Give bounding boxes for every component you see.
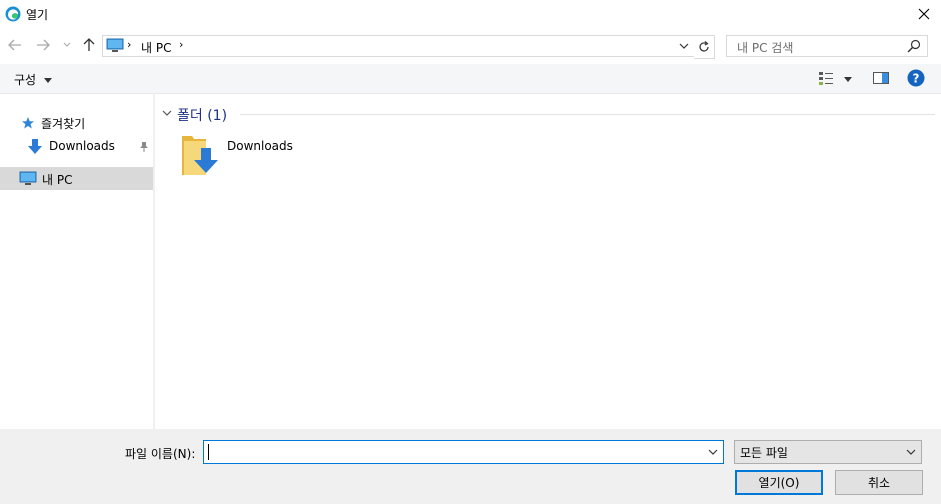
folder-name: Downloads: [227, 139, 293, 153]
breadcrumb-separator-icon[interactable]: ›: [127, 38, 131, 51]
bottom-panel: 파일 이름(N): 모든 파일 열기(O) 취소: [0, 429, 941, 504]
nav-item-label: 즐겨찾기: [41, 117, 86, 131]
downloads-folder-icon: [182, 136, 218, 175]
title-bar: 열기: [0, 0, 941, 28]
nav-item-favorites[interactable]: 즐겨찾기: [0, 111, 153, 133]
nav-item-label: 내 PC: [42, 173, 73, 187]
arrow-left-icon: [8, 39, 21, 51]
up-button[interactable]: [80, 36, 98, 54]
nav-item-this-pc[interactable]: 내 PC: [0, 167, 153, 190]
search-input[interactable]: 내 PC 검색: [726, 35, 928, 57]
computer-icon: [106, 38, 124, 52]
filetype-select[interactable]: 모든 파일: [734, 440, 922, 464]
back-button[interactable]: [6, 36, 24, 54]
preview-pane-icon: [873, 72, 889, 84]
cancel-button[interactable]: 취소: [835, 470, 923, 495]
caret-down-icon: [844, 77, 852, 82]
arrow-up-icon: [83, 38, 95, 51]
folder-item-downloads[interactable]: Downloads: [180, 133, 300, 181]
pin-icon[interactable]: [139, 141, 149, 152]
edge-app-icon: [5, 6, 21, 22]
svg-text:?: ?: [913, 72, 920, 86]
chevron-down-icon: [162, 110, 172, 116]
details-view-icon: [819, 72, 833, 85]
chevron-down-icon: [906, 449, 916, 455]
open-button[interactable]: 열기(O): [735, 470, 823, 495]
organize-label: 구성: [14, 73, 37, 87]
close-icon: [918, 8, 930, 20]
help-icon: ?: [907, 69, 925, 87]
text-caret: [208, 444, 209, 460]
help-button[interactable]: ?: [907, 69, 925, 87]
breadcrumb-segment[interactable]: 내 PC: [141, 39, 171, 56]
address-bar[interactable]: › 내 PC ›: [102, 35, 696, 57]
refresh-icon: [699, 41, 709, 52]
change-view-button[interactable]: [816, 70, 856, 88]
recent-locations-button[interactable]: [60, 36, 74, 54]
organize-menu-button[interactable]: 구성: [14, 71, 52, 88]
search-icon[interactable]: [907, 39, 921, 53]
caret-down-icon: [43, 78, 52, 83]
nav-item-downloads[interactable]: Downloads: [0, 135, 153, 157]
filename-input[interactable]: [203, 440, 724, 464]
download-arrow-icon: [28, 139, 42, 154]
address-history-dropdown[interactable]: [676, 36, 692, 56]
forward-button[interactable]: [34, 36, 52, 54]
search-placeholder: 내 PC 검색: [737, 41, 794, 55]
command-bar: 구성 ?: [0, 64, 941, 94]
computer-icon: [19, 171, 37, 185]
star-icon: [22, 117, 34, 129]
refresh-button[interactable]: [694, 35, 715, 59]
filename-label: 파일 이름(N):: [125, 447, 196, 461]
pane-divider[interactable]: [153, 94, 155, 429]
group-divider: [240, 114, 935, 115]
window-title: 열기: [26, 8, 49, 22]
arrow-right-icon: [37, 39, 50, 51]
chevron-down-icon[interactable]: [707, 445, 719, 459]
content-scroll-track: [936, 94, 941, 429]
group-title: 폴더 (1): [177, 108, 228, 124]
chevron-down-icon: [63, 42, 71, 47]
nav-item-label: Downloads: [49, 139, 115, 153]
close-button[interactable]: [913, 4, 935, 24]
preview-pane-button[interactable]: [872, 70, 890, 88]
navigation-pane: 즐겨찾기 Downloads 내 PC: [0, 94, 153, 429]
chevron-down-icon: [679, 43, 689, 49]
breadcrumb-separator-icon[interactable]: ›: [179, 38, 183, 51]
filetype-value: 모든 파일: [740, 446, 788, 460]
